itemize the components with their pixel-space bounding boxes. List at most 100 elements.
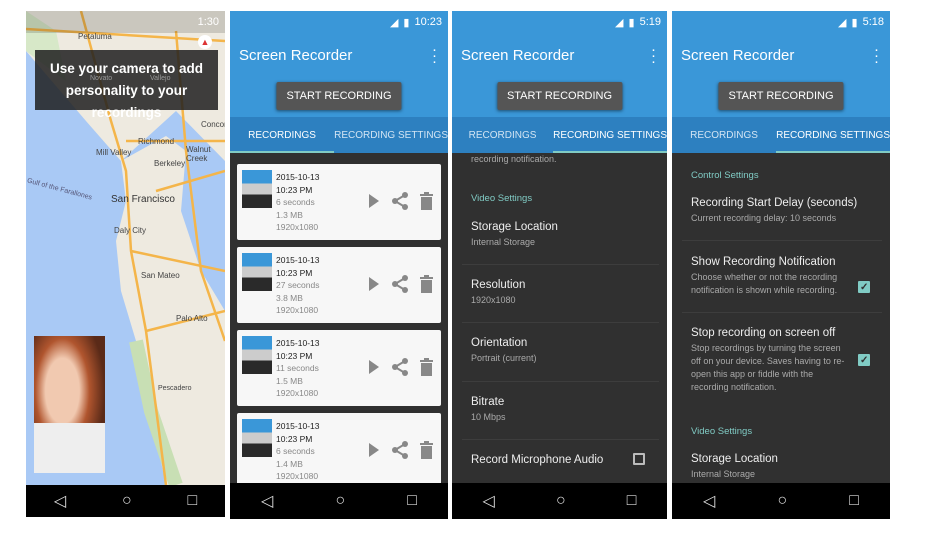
setting-resolution[interactable]: Resolution 1920x1080 <box>471 279 655 307</box>
recording-thumbnail[interactable] <box>242 419 272 457</box>
setting-bitrate[interactable]: Bitrate 10 Mbps <box>471 396 655 424</box>
map-label: San Mateo <box>141 271 180 280</box>
play-icon[interactable] <box>368 359 380 375</box>
setting-title: Storage Location <box>691 453 778 465</box>
map-label: Petaluma <box>78 32 112 41</box>
map-label: Mill Valley <box>96 148 132 157</box>
setting-show-notification[interactable]: Show Recording Notification Choose whethe… <box>691 256 850 297</box>
setting-title: Orientation <box>471 337 528 349</box>
battery-icon: ▮ <box>628 16 635 29</box>
share-icon[interactable] <box>392 275 408 293</box>
share-icon[interactable] <box>392 358 408 376</box>
play-icon[interactable] <box>368 276 380 292</box>
status-time: 10:23 <box>414 16 442 28</box>
status-time: 5:19 <box>639 16 661 28</box>
delete-icon[interactable] <box>420 192 433 210</box>
status-bar: ◢ ▮ 10:23 <box>230 11 448 33</box>
recording-size: 1.3 MB <box>276 209 303 220</box>
delete-icon[interactable] <box>420 441 433 459</box>
setting-start-delay[interactable]: Recording Start Delay (seconds) Current r… <box>691 197 878 225</box>
microphone-checkbox[interactable] <box>633 453 645 465</box>
play-icon[interactable] <box>368 193 380 209</box>
divider <box>462 322 659 323</box>
setting-record-microphone[interactable]: Record Microphone Audio <box>471 454 655 466</box>
recording-info: 2015-10-13 10:23 PM 11 seconds 1.5 MB 19… <box>276 337 319 400</box>
signal-icon: ◢ <box>838 16 847 29</box>
nav-bar: ◁ ○ □ <box>672 483 890 519</box>
home-icon[interactable]: ○ <box>122 492 132 510</box>
share-icon[interactable] <box>392 441 408 459</box>
setting-summary: 10 Mbps <box>471 412 506 422</box>
recording-thumbnail[interactable] <box>242 253 272 291</box>
map-label: Walnut Creek <box>186 145 211 163</box>
camera-preview[interactable] <box>34 336 105 473</box>
map-label: Pescadero <box>158 385 192 392</box>
show-notification-checkbox[interactable]: ✓ <box>858 281 870 293</box>
tab-recording-settings[interactable]: RECORDING SETTINGS <box>776 117 890 153</box>
recents-icon[interactable]: □ <box>187 492 197 510</box>
phone-settings-control: ◢ ▮ 5:18 Screen Recorder · · · START RECORDI… <box>672 11 890 519</box>
overflow-menu-icon[interactable]: · · · <box>432 42 437 69</box>
tab-recording-settings[interactable]: RECORDING SETTINGS <box>553 117 667 153</box>
recording-time: 10:23 PM <box>276 350 313 361</box>
status-bar: ◢ ▮ 5:18 <box>672 11 890 33</box>
home-icon[interactable]: ○ <box>777 492 787 510</box>
recording-card[interactable]: 2015-10-13 10:23 PM 27 seconds 3.8 MB 19… <box>237 247 441 323</box>
recording-card[interactable]: 2015-10-13 10:23 PM 11 seconds 1.5 MB 19… <box>237 330 441 406</box>
stop-on-screen-off-checkbox[interactable]: ✓ <box>858 354 870 366</box>
setting-title: Recording Start Delay (seconds) <box>691 197 858 209</box>
nav-bar: ◁ ○ □ <box>230 483 448 519</box>
delete-icon[interactable] <box>420 358 433 376</box>
home-icon[interactable]: ○ <box>556 492 566 510</box>
recents-icon[interactable]: □ <box>627 492 637 510</box>
setting-orientation[interactable]: Orientation Portrait (current) <box>471 337 655 365</box>
app-title: Screen Recorder <box>239 47 353 64</box>
back-icon[interactable]: ◁ <box>261 491 273 511</box>
divider <box>682 312 882 313</box>
recording-time: 10:23 PM <box>276 433 313 444</box>
map-label: Novato <box>90 75 113 82</box>
start-recording-button[interactable]: START RECORDING <box>276 82 402 110</box>
recording-date: 2015-10-13 <box>276 255 320 265</box>
recording-date: 2015-10-13 <box>276 338 320 348</box>
tab-recordings[interactable]: RECORDINGS <box>672 117 776 153</box>
tab-recordings[interactable]: RECORDINGS <box>452 117 553 153</box>
setting-summary: Stop recordings by turning the screen of… <box>691 343 845 392</box>
delete-icon[interactable] <box>420 275 433 293</box>
recording-actions <box>368 441 433 459</box>
phone-settings-video: ◢ ▮ 5:19 Screen Recorder · · · START RECORDI… <box>452 11 667 519</box>
recents-icon[interactable]: □ <box>849 492 859 510</box>
back-icon[interactable]: ◁ <box>703 491 715 511</box>
start-recording-button[interactable]: START RECORDING <box>496 82 623 110</box>
setting-stop-on-screen-off[interactable]: Stop recording on screen off Stop recordi… <box>691 327 850 394</box>
start-recording-button[interactable]: START RECORDING <box>718 82 844 110</box>
recording-card[interactable]: 2015-10-13 10:23 PM 6 seconds 1.4 MB 192… <box>237 413 441 483</box>
tutorial-overlay: Use your camera to add personality to yo… <box>35 50 218 120</box>
map-label: Palo Alto <box>176 314 208 323</box>
recents-icon[interactable]: □ <box>407 492 417 510</box>
recording-actions <box>368 358 433 376</box>
recording-thumbnail[interactable] <box>242 336 272 374</box>
back-icon[interactable]: ◁ <box>483 491 495 511</box>
overflow-menu-icon[interactable]: · · · <box>874 42 879 69</box>
back-icon[interactable]: ◁ <box>54 491 66 511</box>
setting-storage-location[interactable]: Storage Location Internal Storage <box>691 453 878 481</box>
signal-icon: ◢ <box>615 16 624 29</box>
setting-title: Bitrate <box>471 396 505 408</box>
tab-recordings[interactable]: RECORDINGS <box>230 117 335 153</box>
tab-recording-settings[interactable]: RECORDING SETTINGS <box>334 117 448 153</box>
recordings-list: 2015-10-13 10:23 PM 6 seconds 1.3 MB 192… <box>230 153 448 483</box>
setting-storage-location[interactable]: Storage Location Internal Storage <box>471 221 655 249</box>
overflow-menu-icon[interactable]: · · · <box>651 42 656 69</box>
recording-actions <box>368 275 433 293</box>
share-icon[interactable] <box>392 192 408 210</box>
recording-duration: 6 seconds <box>276 197 315 207</box>
recording-time: 10:23 PM <box>276 184 313 195</box>
compass-icon[interactable]: ▲ <box>198 35 212 49</box>
recording-card[interactable]: 2015-10-13 10:23 PM 6 seconds 1.3 MB 192… <box>237 164 441 240</box>
recording-thumbnail[interactable] <box>242 170 272 208</box>
setting-title: Record Microphone Audio <box>471 454 604 466</box>
home-icon[interactable]: ○ <box>335 492 345 510</box>
play-icon[interactable] <box>368 442 380 458</box>
divider <box>682 240 882 241</box>
